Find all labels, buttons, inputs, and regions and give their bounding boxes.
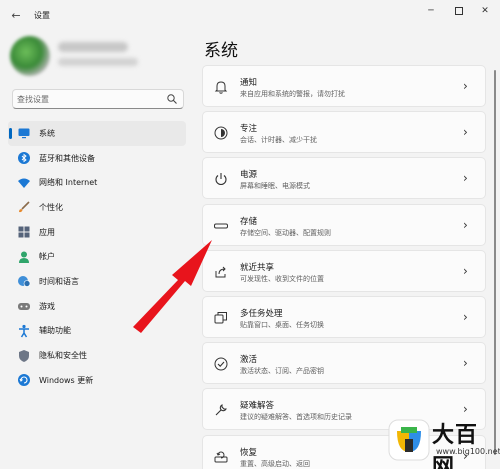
card-focus[interactable]: 专注 会话、计时器、减少干扰 ›	[202, 111, 486, 154]
card-title: 恢复	[240, 447, 258, 458]
card-title: 多任务处理	[240, 308, 283, 319]
close-button[interactable]: ✕	[474, 4, 496, 18]
share-icon	[213, 264, 229, 280]
selection-indicator	[9, 128, 12, 139]
sidebar-item-time-language[interactable]: 时间和语言	[8, 269, 186, 294]
update-icon	[17, 373, 31, 387]
watermark: 大百网 www.big100.net	[384, 413, 500, 469]
sidebar-item-label: 辅助功能	[39, 326, 71, 336]
sidebar-item-accessibility[interactable]: 辅助功能	[8, 319, 186, 344]
chevron-right-icon: ›	[463, 356, 468, 371]
sidebar-item-label: 系统	[39, 128, 55, 138]
avatar	[10, 36, 50, 76]
sidebar-item-network[interactable]: 网络和 Internet	[8, 170, 186, 195]
scrollbar-thumb[interactable]	[494, 70, 496, 455]
watermark-logo-icon	[388, 419, 430, 461]
card-description: 贴靠窗口、桌面、任务切换	[240, 320, 324, 329]
sidebar-item-apps[interactable]: 应用	[8, 220, 186, 245]
storage-icon	[213, 218, 229, 234]
sidebar-item-privacy[interactable]: 隐私和安全性	[8, 343, 186, 368]
sidebar-item-accounts[interactable]: 帐户	[8, 244, 186, 269]
sidebar-item-personalization[interactable]: 个性化	[8, 195, 186, 220]
bluetooth-icon	[17, 151, 31, 165]
chevron-right-icon: ›	[463, 79, 468, 93]
card-description: 屏幕和睡眠、电源模式	[240, 182, 310, 191]
card-description: 建议的疑难解答、首选项和历史记录	[240, 413, 352, 422]
chevron-right-icon: ›	[463, 309, 468, 324]
user-email-blurred	[58, 58, 138, 66]
accessibility-icon	[17, 324, 31, 338]
apps-icon	[17, 225, 31, 239]
chevron-right-icon: ›	[463, 171, 468, 186]
card-title: 疑难解答	[240, 401, 275, 412]
watermark-title: 大百网	[432, 423, 479, 469]
card-title: 通知	[240, 78, 258, 88]
card-title: 存储	[240, 216, 258, 227]
card-notifications[interactable]: 通知 来自应用和系统的警报，请勿打扰 ›	[202, 65, 486, 107]
search-icon[interactable]	[166, 93, 178, 105]
sidebar-item-label: 时间和语言	[39, 276, 79, 286]
gamepad-icon	[17, 299, 31, 313]
card-power[interactable]: 电源 屏幕和睡眠、电源模式 ›	[202, 157, 486, 200]
page-title: 系统	[204, 41, 238, 61]
card-description: 激活状态、订阅、产品密钥	[240, 367, 324, 376]
wrench-icon	[213, 402, 229, 418]
card-title: 激活	[240, 355, 258, 366]
power-icon	[213, 171, 229, 187]
sidebar-item-label: 蓝牙和其他设备	[39, 153, 95, 163]
globe-clock-icon	[17, 274, 31, 288]
sidebar-item-label: 个性化	[39, 202, 63, 212]
card-description: 存储空间、驱动器、配置规则	[240, 228, 331, 237]
search-box[interactable]	[12, 89, 184, 109]
settings-list: 通知 来自应用和系统的警报，请勿打扰 › 专注 会话、计时器、减少干扰 › 电源…	[202, 65, 486, 469]
sidebar-item-label: Windows 更新	[39, 375, 94, 385]
maximize-button[interactable]	[448, 4, 470, 18]
card-title: 就近共享	[240, 262, 275, 273]
sidebar-item-label: 游戏	[39, 301, 55, 311]
sidebar-item-gaming[interactable]: 游戏	[8, 294, 186, 319]
focus-icon	[213, 125, 229, 141]
scrollbar[interactable]	[494, 66, 497, 461]
bell-icon	[213, 79, 229, 95]
monitor-icon	[17, 126, 31, 140]
brush-icon	[17, 200, 31, 214]
card-description: 来自应用和系统的警报，请勿打扰	[240, 90, 345, 98]
card-multitasking[interactable]: 多任务处理 贴靠窗口、桌面、任务切换 ›	[202, 295, 486, 338]
chevron-right-icon: ›	[463, 125, 468, 140]
activation-icon	[213, 356, 229, 372]
account-icon	[17, 250, 31, 264]
chevron-right-icon: ›	[463, 217, 468, 232]
card-title: 专注	[240, 124, 258, 135]
watermark-url: www.big100.net	[436, 447, 500, 456]
back-button[interactable]: ←	[8, 8, 24, 24]
maximize-icon	[455, 7, 463, 15]
shield-icon	[17, 349, 31, 363]
card-description: 会话、计时器、减少干扰	[240, 136, 317, 145]
wifi-icon	[17, 176, 31, 190]
user-name-blurred	[58, 42, 128, 52]
sidebar-item-label: 应用	[39, 227, 55, 237]
card-description: 重置、高级启动、返回	[240, 459, 310, 468]
card-title: 电源	[240, 170, 258, 181]
title-bar: ← 设置 ─ ✕	[0, 0, 500, 32]
card-nearby-sharing[interactable]: 就近共享 可发现性、收到文件的位置 ›	[202, 249, 486, 292]
chevron-right-icon: ›	[463, 263, 468, 278]
sidebar-item-label: 网络和 Internet	[39, 178, 98, 188]
multitask-icon	[213, 310, 229, 326]
sidebar-item-system[interactable]: 系统	[8, 121, 186, 146]
card-description: 可发现性、收到文件的位置	[240, 274, 324, 283]
app-title: 设置	[34, 11, 50, 20]
sidebar-nav: 系统 蓝牙和其他设备 网络和 Internet 个性化 应用 帐户 时间和语言 …	[8, 121, 186, 393]
recovery-icon	[213, 449, 229, 465]
card-activation[interactable]: 激活 激活状态、订阅、产品密钥 ›	[202, 342, 486, 385]
card-storage[interactable]: 存储 存储空间、驱动器、配置规则 ›	[202, 203, 486, 246]
sidebar-item-label: 帐户	[39, 252, 55, 262]
user-profile[interactable]	[8, 30, 178, 80]
minimize-button[interactable]: ─	[420, 4, 442, 18]
sidebar-item-windows-update[interactable]: Windows 更新	[8, 368, 186, 393]
sidebar-item-label: 隐私和安全性	[39, 351, 87, 361]
search-input[interactable]	[17, 93, 157, 105]
sidebar-item-bluetooth[interactable]: 蓝牙和其他设备	[8, 146, 186, 171]
